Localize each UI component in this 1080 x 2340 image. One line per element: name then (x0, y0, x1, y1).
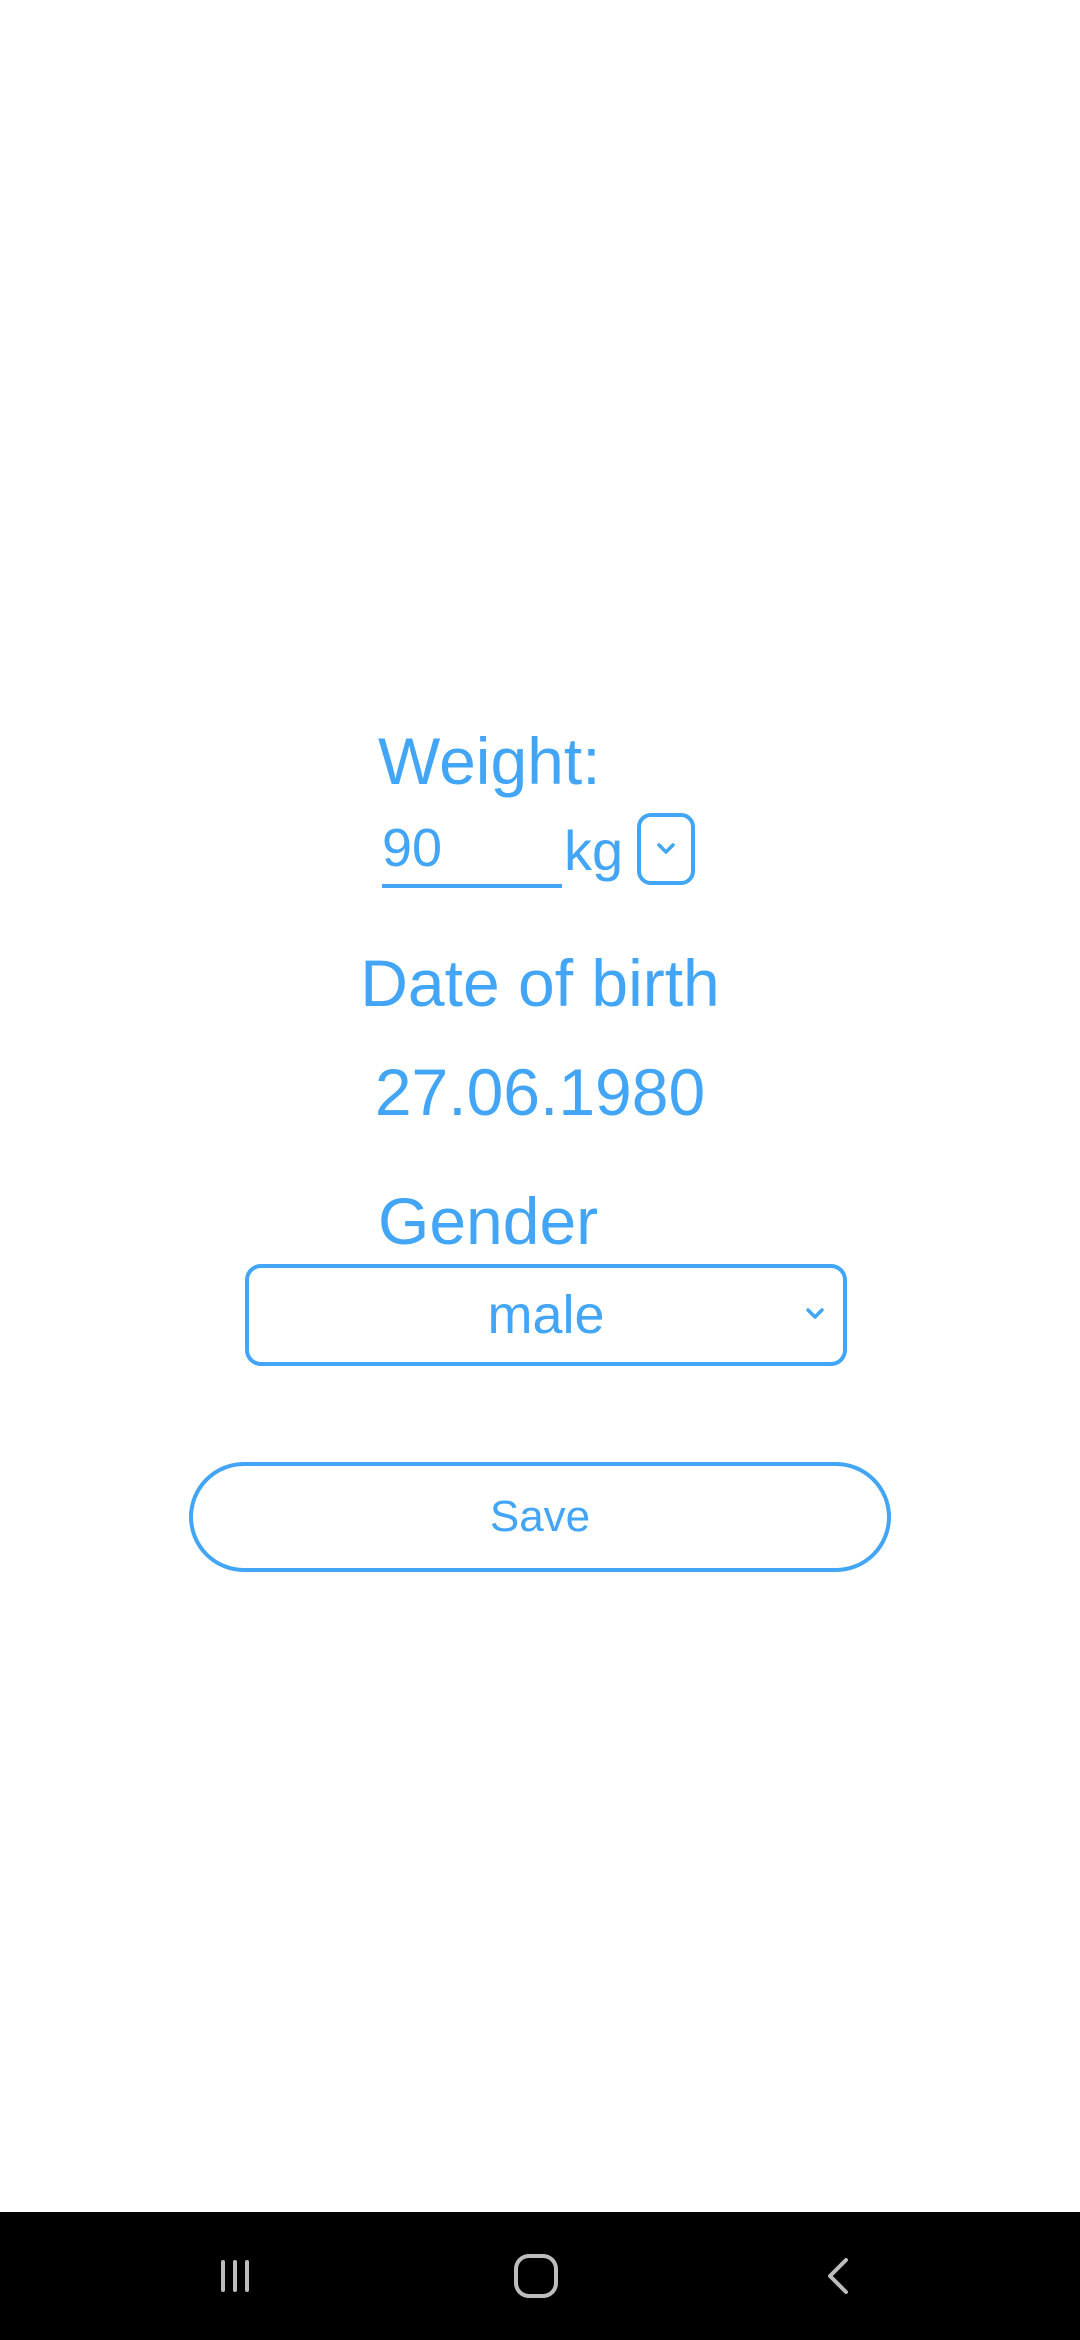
profile-screen: Weight: kg Date of birth 27.06.1980 Gend… (0, 0, 1080, 2212)
home-icon (514, 2254, 558, 2298)
gender-selected-value: male (487, 1285, 605, 1345)
gender-label: Gender (378, 1184, 599, 1258)
dob-label: Date of birth (360, 946, 720, 1020)
weight-label: Weight: (378, 724, 601, 798)
nav-recents-button[interactable] (195, 2236, 275, 2316)
weight-input[interactable] (382, 812, 562, 888)
save-button[interactable]: Save (189, 1462, 891, 1572)
weight-unit-label: kg (564, 819, 624, 882)
back-icon (828, 2258, 848, 2294)
system-navigation-bar (0, 2212, 1080, 2340)
gender-select[interactable]: male (245, 1264, 847, 1366)
nav-home-button[interactable] (496, 2236, 576, 2316)
chevron-down-icon (806, 1308, 824, 1319)
chevron-down-icon (657, 843, 675, 854)
nav-back-button[interactable] (799, 2236, 879, 2316)
recents-icon (221, 2260, 249, 2292)
dob-value[interactable]: 27.06.1980 (0, 1053, 1080, 1131)
weight-unit-dropdown[interactable] (637, 813, 695, 885)
